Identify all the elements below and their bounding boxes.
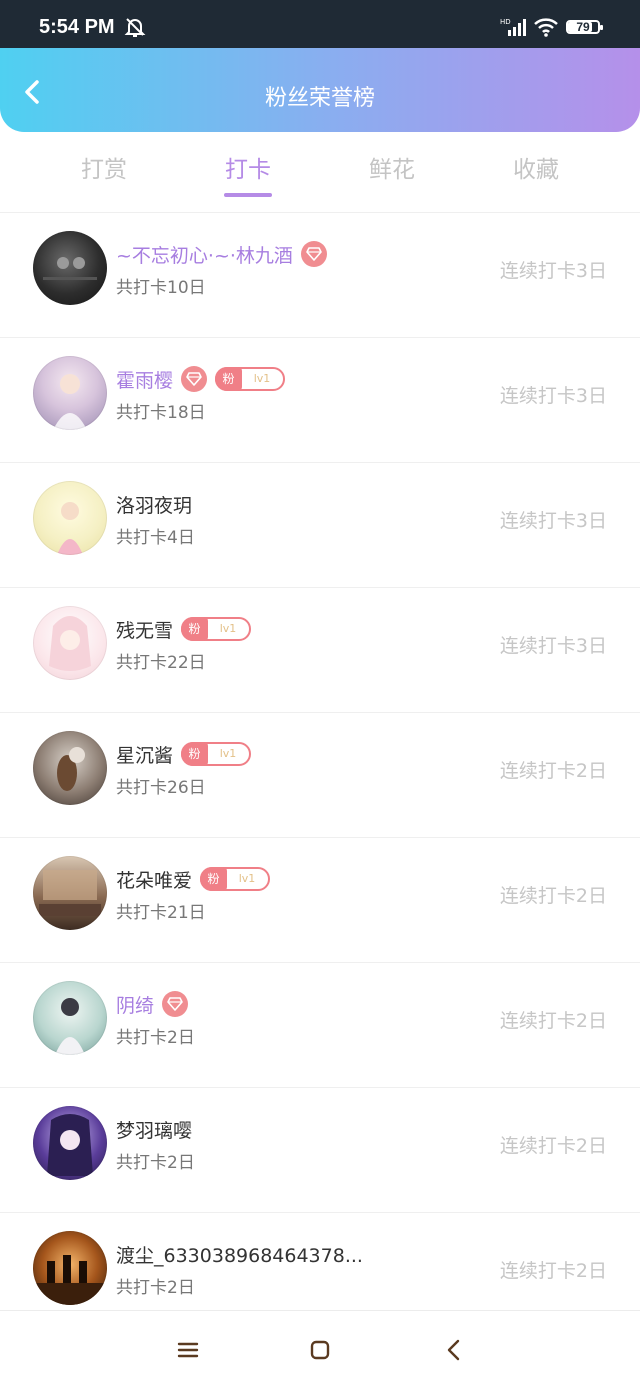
streak-days: 连续打卡3日 — [499, 385, 607, 407]
total-checkin-days: 共打卡22日 — [116, 653, 206, 673]
fan-list: ~不忘初心·~·林九酒 共打卡10日 连续打卡3日 霍雨樱 粉 lv1 共打卡1… — [0, 212, 640, 1337]
tab-bar: 打赏 打卡 鲜花 收藏 — [0, 132, 640, 212]
menu-button[interactable] — [175, 1337, 201, 1363]
bell-off-icon — [124, 16, 146, 42]
avatar[interactable] — [33, 1231, 107, 1305]
back-triangle-icon — [447, 1339, 460, 1361]
list-item[interactable]: 洛羽夜玥 共打卡4日 连续打卡3日 — [0, 462, 640, 587]
user-name: 阴绮 — [116, 994, 155, 1017]
diamond-icon — [300, 241, 327, 267]
streak-days: 连续打卡3日 — [499, 635, 607, 657]
system-back-button[interactable] — [441, 1337, 467, 1363]
user-name: 残无雪 — [116, 619, 174, 642]
avatar[interactable] — [33, 731, 107, 805]
fan-level-badge: 粉 lv1 — [200, 867, 271, 891]
avatar[interactable] — [33, 981, 107, 1055]
avatar[interactable] — [33, 606, 107, 680]
list-item[interactable]: 花朵唯爱 粉 lv1 共打卡21日 连续打卡2日 — [0, 837, 640, 962]
user-name: 霍雨樱 — [116, 369, 174, 392]
fan-level-badge: 粉 lv1 — [181, 742, 252, 766]
total-checkin-days: 共打卡4日 — [116, 528, 195, 548]
list-item[interactable]: 霍雨樱 粉 lv1 共打卡18日 连续打卡3日 — [0, 337, 640, 462]
status-time: 5:54 PM — [39, 16, 115, 38]
diamond-icon — [162, 991, 189, 1017]
avatar[interactable] — [33, 231, 107, 305]
menu-icon — [177, 1342, 199, 1358]
list-item[interactable]: 残无雪 粉 lv1 共打卡22日 连续打卡3日 — [0, 587, 640, 712]
tab-favorites[interactable]: 收藏 — [476, 150, 596, 184]
avatar[interactable] — [33, 481, 107, 555]
tab-reward[interactable]: 打赏 — [44, 150, 164, 184]
fan-badge-level: lv1 — [253, 372, 271, 385]
status-bar: 5:54 PM HD 79 — [0, 0, 640, 48]
home-square-icon — [310, 1340, 330, 1360]
list-item[interactable]: 星沉酱 粉 lv1 共打卡26日 连续打卡2日 — [0, 712, 640, 837]
fan-badge-prefix: 粉 — [200, 867, 228, 891]
fan-badge-prefix: 粉 — [181, 742, 209, 766]
avatar[interactable] — [33, 856, 107, 930]
battery-percent: 79 — [576, 20, 590, 34]
battery-icon: 79 — [566, 20, 603, 34]
total-checkin-days: 共打卡10日 — [116, 278, 206, 298]
list-item[interactable]: ~不忘初心·~·林九酒 共打卡10日 连续打卡3日 — [0, 212, 640, 337]
signal-icon: HD — [500, 17, 526, 41]
tab-checkin[interactable]: 打卡 — [188, 150, 308, 184]
home-button[interactable] — [307, 1337, 333, 1363]
streak-days: 连续打卡2日 — [499, 760, 607, 782]
list-item[interactable]: 阴绮 共打卡2日 连续打卡2日 — [0, 962, 640, 1087]
fan-badge-level: lv1 — [219, 747, 237, 760]
total-checkin-days: 共打卡2日 — [116, 1028, 195, 1048]
page-title: 粉丝荣誉榜 — [264, 86, 375, 111]
user-name: ~不忘初心·~·林九酒 — [116, 244, 293, 267]
total-checkin-days: 共打卡21日 — [116, 903, 206, 923]
fan-level-badge: 粉 lv1 — [215, 367, 286, 391]
list-item[interactable]: 梦羽璃嘤 共打卡2日 连续打卡2日 — [0, 1087, 640, 1212]
diamond-icon — [181, 366, 208, 392]
svg-text:HD: HD — [500, 18, 511, 26]
total-checkin-days: 共打卡2日 — [116, 1153, 195, 1173]
total-checkin-days: 共打卡18日 — [116, 403, 206, 423]
fan-badge-level: lv1 — [238, 872, 256, 885]
streak-days: 连续打卡2日 — [499, 1135, 607, 1157]
wifi-icon — [533, 17, 559, 41]
user-name: 渡尘_633038968464378... — [116, 1244, 363, 1267]
streak-days: 连续打卡2日 — [499, 1010, 607, 1032]
streak-days: 连续打卡3日 — [499, 510, 607, 532]
total-checkin-days: 共打卡2日 — [116, 1278, 195, 1298]
system-nav-bar — [0, 1310, 640, 1387]
user-name: 星沉酱 — [116, 744, 174, 767]
total-checkin-days: 共打卡26日 — [116, 778, 206, 798]
fan-badge-level: lv1 — [219, 622, 237, 635]
avatar[interactable] — [33, 1106, 107, 1180]
streak-days: 连续打卡3日 — [499, 260, 607, 282]
user-name: 花朵唯爱 — [116, 869, 193, 892]
tab-flowers[interactable]: 鲜花 — [332, 150, 452, 184]
header: 粉丝荣誉榜 — [0, 48, 640, 132]
streak-days: 连续打卡2日 — [499, 885, 607, 907]
tab-active-indicator — [224, 193, 272, 197]
streak-days: 连续打卡2日 — [499, 1260, 607, 1282]
avatar[interactable] — [33, 356, 107, 430]
fan-badge-prefix: 粉 — [215, 367, 243, 391]
user-name: 梦羽璃嘤 — [116, 1119, 193, 1142]
fan-level-badge: 粉 lv1 — [181, 617, 252, 641]
fan-badge-prefix: 粉 — [181, 617, 209, 641]
user-name: 洛羽夜玥 — [116, 494, 193, 517]
